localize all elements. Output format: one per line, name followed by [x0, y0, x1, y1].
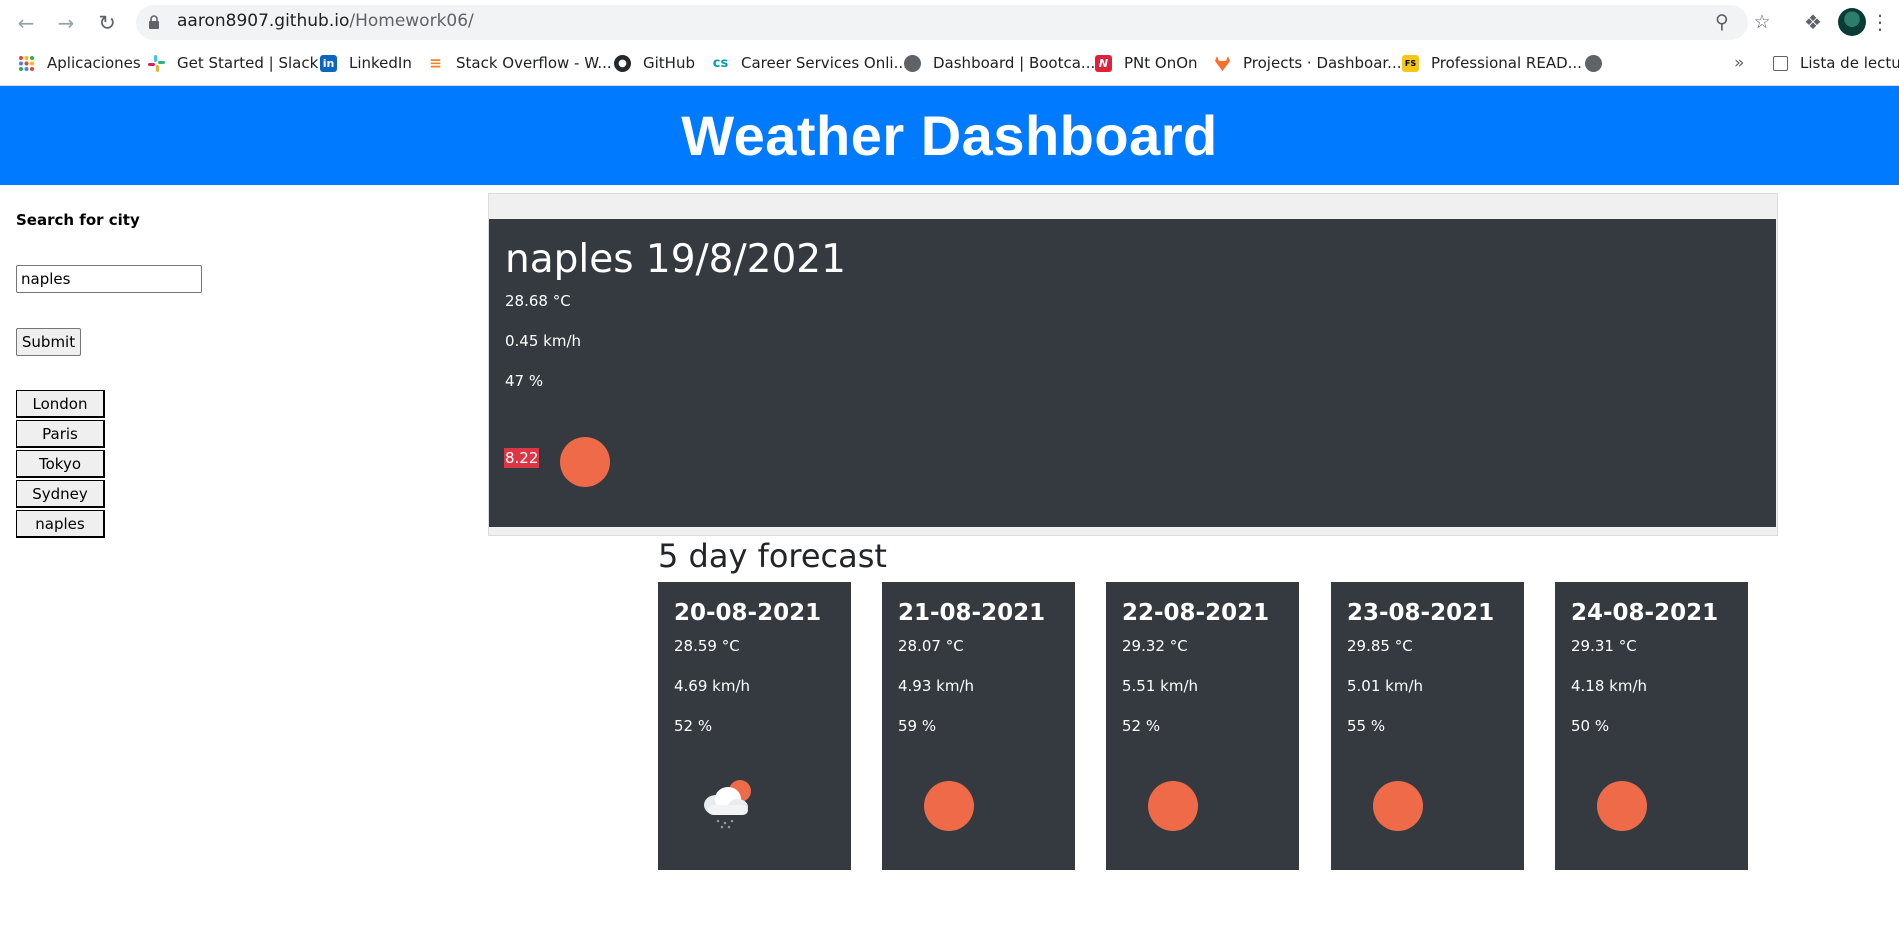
bookmark-item[interactable] [1585, 51, 1614, 75]
forecast-card: 24-08-2021 29.31 °C 4.18 km/h 50 % [1555, 582, 1748, 870]
bookmark-item[interactable]: N PNt OnOn [1095, 51, 1198, 75]
forward-arrow-icon[interactable]: → [52, 9, 80, 37]
forecast-wind: 4.93 km/h [898, 677, 975, 695]
bookmark-label: Career Services Onli... [741, 54, 908, 72]
forecast-humidity: 52 % [674, 717, 713, 735]
bookmark-label: Stack Overflow - W... [456, 54, 612, 72]
bookmark-label: Professional READ... [1431, 54, 1582, 72]
forecast-card: 21-08-2021 28.07 °C 4.93 km/h 59 % [882, 582, 1075, 870]
extensions-puzzle-icon[interactable]: ❖ [1800, 9, 1826, 35]
reading-list-icon [1773, 55, 1788, 71]
current-wind: 0.45 km/h [505, 332, 582, 350]
sun-icon [560, 437, 610, 487]
forecast-humidity: 59 % [898, 717, 937, 735]
bookmark-item[interactable]: cs Career Services Onli... [712, 51, 908, 75]
bookmark-item[interactable]: in LinkedIn [320, 51, 412, 75]
search-label: Search for city [16, 211, 140, 229]
url-text[interactable]: aaron8907.github.io/Homework06/ [177, 11, 474, 31]
fs-icon: FS [1402, 54, 1419, 72]
bookmark-label: Dashboard | Bootca... [933, 54, 1096, 72]
forecast-temperature: 28.59 °C [674, 637, 740, 655]
current-city-date: naples 19/8/2021 [505, 237, 846, 282]
cs-icon: cs [712, 55, 729, 71]
bookmark-star-icon[interactable]: ☆ [1749, 9, 1775, 35]
forecast-humidity: 52 % [1122, 717, 1161, 735]
profile-avatar[interactable] [1838, 8, 1866, 36]
bookmark-label: Get Started | Slack [177, 54, 319, 72]
cloud-rain-sun-icon [704, 780, 751, 829]
sun-icon [924, 781, 974, 831]
history-button-tokyo[interactable]: Tokyo [16, 450, 105, 478]
submit-button[interactable]: Submit [16, 328, 81, 356]
zoom-icon[interactable]: ⚲ [1709, 9, 1735, 35]
url-host: aaron8907.github.io [177, 11, 350, 31]
bookmarks-overflow-button[interactable]: » [1734, 51, 1744, 75]
forecast-date: 20-08-2021 [674, 600, 822, 626]
sun-icon [1597, 781, 1647, 831]
sun-icon [1148, 781, 1198, 831]
github-icon: ● [614, 54, 631, 72]
forecast-wind: 5.01 km/h [1347, 677, 1424, 695]
forecast-temperature: 28.07 °C [898, 637, 964, 655]
forecast-humidity: 50 % [1571, 717, 1610, 735]
forecast-temperature: 29.85 °C [1347, 637, 1413, 655]
menu-dots-icon[interactable]: ⋮ [1870, 8, 1890, 36]
page-title: Weather Dashboard [681, 104, 1218, 167]
forecast-temperature: 29.32 °C [1122, 637, 1188, 655]
bookmark-item[interactable]: ● GitHub [614, 51, 695, 75]
current-temperature: 28.68 °C [505, 292, 571, 310]
forecast-card: 22-08-2021 29.32 °C 5.51 km/h 52 % [1106, 582, 1299, 870]
reload-icon[interactable]: ↻ [93, 9, 121, 37]
bookmark-item[interactable]: Get Started | Slack [148, 51, 318, 75]
history-button-paris[interactable]: Paris [16, 420, 105, 448]
bookmark-item[interactable]: Projects · Dashboar... [1214, 51, 1402, 75]
forecast-heading: 5 day forecast [658, 537, 887, 575]
apps-grid-icon [18, 55, 35, 72]
bookmark-label: Aplicaciones [47, 54, 141, 72]
forecast-date: 23-08-2021 [1347, 600, 1495, 626]
history-button-naples[interactable]: naples [16, 510, 105, 538]
bookmark-item[interactable]: FS Professional READ... [1402, 51, 1582, 75]
bookmark-label: LinkedIn [349, 54, 412, 72]
forecast-card: 20-08-2021 28.59 °C 4.69 km/h 52 % [658, 582, 851, 870]
forecast-date: 22-08-2021 [1122, 600, 1270, 626]
forecast-wind: 4.18 km/h [1571, 677, 1648, 695]
sun-icon [1373, 781, 1423, 831]
current-humidity: 47 % [505, 372, 544, 390]
reading-list-label: Lista de lectura [1800, 54, 1899, 72]
bookmarks-bar: Aplicaciones Get Started | Slack in Linke… [0, 47, 1899, 79]
forecast-humidity: 55 % [1347, 717, 1386, 735]
forecast-date: 24-08-2021 [1571, 600, 1719, 626]
globe-icon [904, 54, 921, 72]
linkedin-icon: in [320, 54, 337, 72]
forecast-temperature: 29.31 °C [1571, 637, 1637, 655]
forecast-date: 21-08-2021 [898, 600, 1046, 626]
forecast-wind: 5.51 km/h [1122, 677, 1199, 695]
current-weather-card: naples 19/8/2021 28.68 °C 0.45 km/h 47 %… [489, 219, 1776, 527]
bookmark-label: Projects · Dashboar... [1243, 54, 1402, 72]
page-header: Weather Dashboard [0, 86, 1899, 185]
pnt-icon: N [1095, 54, 1112, 72]
forecast-card: 23-08-2021 29.85 °C 5.01 km/h 55 % [1331, 582, 1524, 870]
history-button-london[interactable]: London [16, 390, 105, 418]
lock-icon [149, 15, 159, 29]
history-button-sydney[interactable]: Sydney [16, 480, 105, 508]
bookmark-label: PNt OnOn [1124, 54, 1198, 72]
reading-list-button[interactable]: Lista de lectura [1773, 51, 1899, 75]
stackoverflow-icon: ≡ [429, 54, 442, 72]
bookmark-item[interactable]: Aplicaciones [18, 51, 141, 75]
uv-index-badge: 8.22 [504, 448, 540, 468]
forecast-wind: 4.69 km/h [674, 677, 751, 695]
bookmark-item[interactable]: Dashboard | Bootca... [904, 51, 1095, 75]
gitlab-icon [1214, 55, 1231, 72]
url-path: /Homework06/ [349, 11, 474, 31]
bookmark-item[interactable]: ≡ Stack Overflow - W... [427, 51, 612, 75]
globe-icon [1585, 54, 1602, 72]
bookmark-label: GitHub [643, 54, 695, 72]
city-search-input[interactable] [16, 265, 202, 293]
browser-chrome: ← → ↻ aaron8907.github.io/Homework06/ ⚲ … [0, 0, 1899, 86]
slack-icon [148, 54, 165, 72]
back-arrow-icon[interactable]: ← [12, 9, 40, 37]
